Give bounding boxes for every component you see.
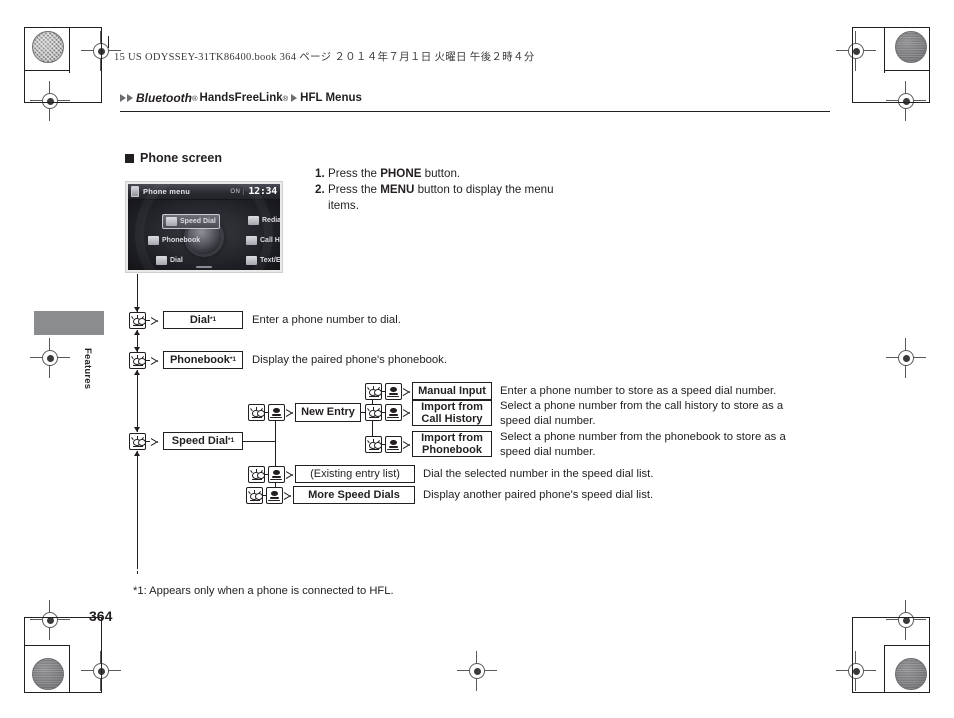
flow-box-import-phonebook[interactable]: Import from Phonebook [412,431,492,457]
knob-rotate-icon [129,352,146,369]
arrow-right-icon [284,490,293,501]
flow-box-new-entry[interactable]: New Entry [295,403,361,422]
flow-description-phonebook: Display the paired phone's phonebook. [252,354,447,366]
knob-press-icon [268,404,285,421]
arrow-right-icon [286,407,295,418]
arrow-right-icon [151,315,160,326]
flow-box-existing-entry-list[interactable]: (Existing entry list) [295,465,415,483]
flow-box-manual-input[interactable]: Manual Input [412,382,492,400]
flow-box-label-line1: Import from [421,400,483,413]
arrow-right-icon [151,436,160,447]
flow-box-label: Phonebook [169,353,230,366]
flow-connector [137,451,139,569]
knob-rotate-double-icon [246,487,263,504]
knob-rotate-icon [129,312,146,329]
flow-description-import-call-history: Select a phone number from the call hist… [500,400,784,427]
flow-connector [146,441,150,443]
arrow-right-icon [403,386,412,397]
arrow-right-icon [151,355,160,366]
flow-description-dial: Enter a phone number to dial. [252,314,401,326]
flow-connector [146,320,150,322]
flow-box-label-line2: Call History [421,413,483,425]
knob-rotate-icon [365,436,382,453]
menu-flow-diagram: Dial *1 Enter a phone number to dial. Pho… [0,0,954,718]
flow-description-more-speed-dials: Display another paired phone's speed dia… [423,489,654,501]
flow-connector [137,370,139,432]
knob-press-icon [268,466,285,483]
flow-box-label: (Existing entry list) [310,467,400,480]
footnote-marker: *1 [210,315,217,323]
flow-connector [275,411,277,498]
flow-box-more-speed-dials[interactable]: More Speed Dials [293,486,415,504]
flow-description-import-phonebook: Select a phone number from the phonebook… [500,431,786,458]
arrow-up-icon [134,451,140,456]
flow-connector [243,441,276,443]
flow-box-phonebook[interactable]: Phonebook *1 [163,351,243,369]
arrow-up-icon [134,370,140,375]
flow-box-label-line1: Import from [421,431,483,444]
flow-box-label: New Entry [301,406,355,419]
knob-rotate-icon [248,466,265,483]
arrow-up-icon [134,330,140,335]
arrow-right-icon [286,469,295,480]
footnote-text: *1: Appears only when a phone is connect… [133,585,394,597]
flow-box-label: Manual Input [418,384,486,397]
footnote-marker: *1 [229,355,237,363]
flow-box-label: Speed Dial [171,434,229,447]
knob-rotate-icon [129,433,146,450]
arrow-right-icon [403,439,412,450]
arrow-right-icon [403,407,412,418]
knob-rotate-icon [365,383,382,400]
knob-rotate-icon [248,404,265,421]
flow-box-label: More Speed Dials [308,488,400,501]
knob-press-icon [385,436,402,453]
flow-box-speed-dial[interactable]: Speed Dial *1 [163,432,243,450]
knob-rotate-icon [365,404,382,421]
manual-page: 15 US ODYSSEY-31TK86400.book 364 ページ ２０１… [0,0,954,718]
flow-description-manual-input: Enter a phone number to store as a speed… [500,385,777,397]
flow-box-import-call-history[interactable]: Import from Call History [412,400,492,426]
knob-press-icon [385,404,402,421]
flow-box-label-line2: Phonebook [422,444,482,456]
knob-press-icon [266,487,283,504]
arrow-down-icon [134,427,140,432]
footnote-marker: *1 [228,436,235,444]
flow-description-existing-entry: Dial the selected number in the speed di… [423,468,654,480]
flow-box-dial[interactable]: Dial *1 [163,311,243,329]
flow-connector [146,360,150,362]
flow-box-label: Dial [189,313,211,326]
knob-press-icon [385,383,402,400]
flow-connector-dashed [137,560,138,574]
